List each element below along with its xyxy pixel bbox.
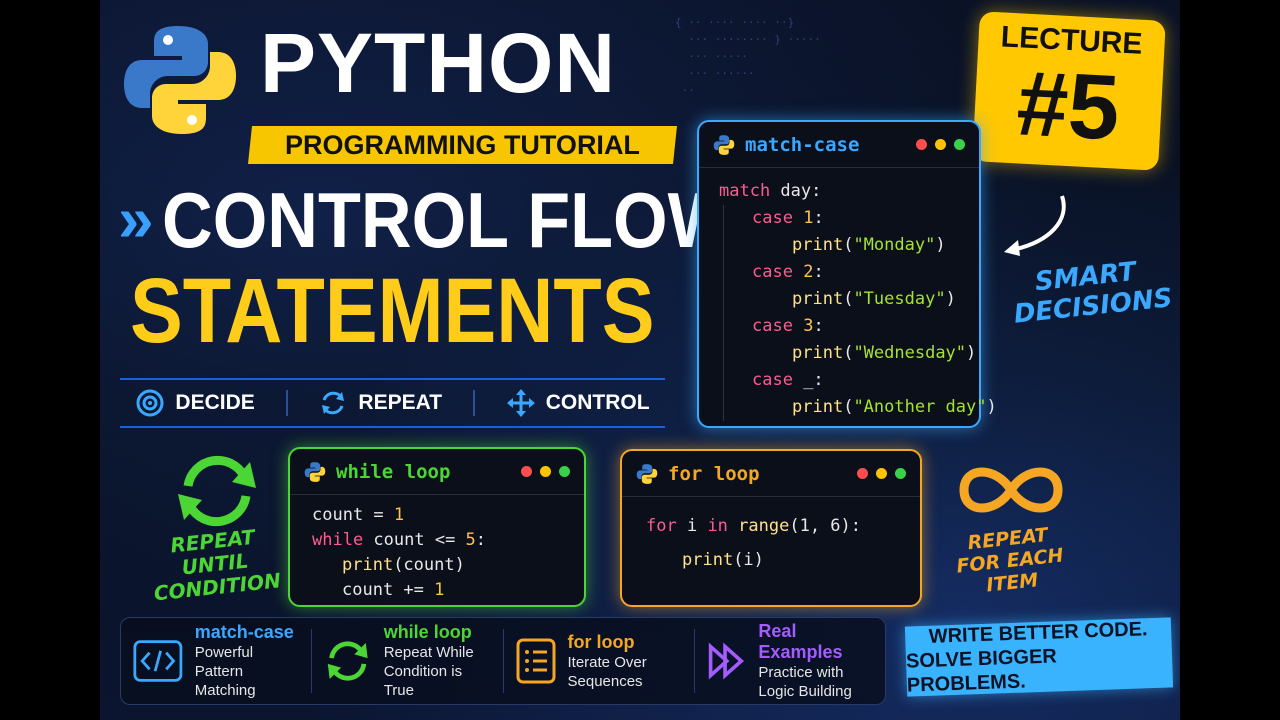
- code-brackets-icon: [133, 640, 183, 682]
- while-loop-card: while loop count = 1 while count <= 5: pri…: [288, 447, 586, 607]
- slogan-banner: WRITE BETTER CODE. SOLVE BIGGER PROBLEMS…: [904, 617, 1174, 697]
- pill-repeat: REPEAT: [318, 388, 442, 418]
- repeat-each-note: REPEAT FOR EACH ITEM: [955, 523, 1065, 597]
- slogan-line2: SOLVE BIGGER PROBLEMS.: [905, 645, 1058, 697]
- thumbnail-canvas: { ·· ···· ···· ··} ··· ········ } ····· …: [100, 0, 1180, 720]
- python-logo-icon: [304, 461, 326, 482]
- refresh-icon: [322, 391, 345, 415]
- window-dots: [916, 139, 965, 150]
- feature-title: match-case: [194, 622, 294, 642]
- feature-desc: Iterate Over: [567, 653, 647, 671]
- lecture-badge: LECTURE #5: [972, 11, 1166, 171]
- target-icon: [136, 389, 164, 417]
- feature-bar: match-case Powerful Pattern Matching whi…: [120, 617, 886, 705]
- feature-match-case: match-case Powerful Pattern Matching: [121, 622, 313, 699]
- feature-desc: Pattern Matching: [194, 663, 256, 699]
- feature-desc: Condition is True: [383, 663, 463, 699]
- window-dots: [857, 468, 906, 479]
- feature-desc: Repeat While: [383, 644, 474, 661]
- card-header: match-case: [699, 122, 979, 168]
- keyword-pill-row: DECIDE REPEAT CONTROL: [120, 378, 665, 428]
- code-block: count = 1 while count <= 5: print(count) co…: [312, 505, 487, 600]
- pill-label: CONTROL: [545, 391, 650, 414]
- headline-line2: STATEMENTS: [130, 260, 655, 362]
- smart-decisions-note: SMART DECISIONS: [1012, 256, 1174, 330]
- pill-decide: DECIDE: [135, 388, 255, 418]
- subtitle-text: PROGRAMMING TUTORIAL: [285, 129, 640, 160]
- fast-forward-icon: [708, 642, 744, 680]
- lecture-number: #5: [1014, 52, 1122, 160]
- divider: [472, 390, 475, 416]
- card-title: match-case: [745, 133, 860, 156]
- code-block: for i in range(1, 6): print(i): [646, 516, 861, 570]
- window-dots: [521, 466, 570, 477]
- refresh-icon: [178, 455, 256, 527]
- feature-title: Real Examples: [758, 621, 843, 662]
- card-header: while loop: [290, 449, 584, 495]
- infinity-icon: [959, 467, 1063, 513]
- feature-title: while loop: [383, 622, 472, 642]
- chevron-right-icon: »: [118, 183, 154, 255]
- headline-line1: CONTROL FLOW: [162, 176, 734, 264]
- feature-desc: Practice with: [758, 664, 844, 681]
- feature-real-examples: Real Examples Practice with Logic Buildi…: [695, 621, 885, 700]
- refresh-icon: [328, 641, 368, 681]
- repeat-until-note: REPEAT UNTIL CONDITION: [152, 524, 282, 606]
- curved-arrow-icon: [1004, 195, 1066, 256]
- feature-desc: Powerful: [194, 644, 254, 661]
- for-loop-card: for loop for i in range(1, 6): print(i): [620, 449, 922, 607]
- move-arrows-icon: [506, 389, 535, 417]
- pill-label: DECIDE: [175, 391, 255, 414]
- feature-desc: Logic Building: [758, 683, 852, 700]
- card-header: for loop: [622, 451, 920, 497]
- subtitle-ribbon: PROGRAMMING TUTORIAL: [248, 126, 677, 164]
- pill-label: REPEAT: [358, 391, 443, 414]
- pill-control: CONTROL: [506, 388, 650, 418]
- list-icon: [516, 638, 555, 684]
- feature-while-loop: while loop Repeat While Condition is Tru…: [312, 622, 504, 699]
- card-title: while loop: [336, 460, 451, 483]
- feature-for-loop: for loop Iterate Over Sequences: [504, 629, 695, 693]
- title-python: PYTHON: [260, 16, 617, 110]
- python-logo-icon: [124, 26, 236, 134]
- card-title: for loop: [668, 462, 760, 485]
- match-case-card: match-case match day: case 1: print("Monda…: [697, 120, 997, 428]
- feature-title: for loop: [567, 631, 635, 652]
- python-logo-icon: [636, 463, 658, 484]
- background-code-decoration: { ·· ···· ···· ··} ··· ········ } ····· …: [675, 16, 821, 97]
- divider: [285, 390, 288, 416]
- feature-desc: Sequences: [567, 672, 643, 690]
- code-block: match day: case 1: print("Monday") case 2: p…: [699, 168, 997, 421]
- python-logo-icon: [713, 134, 735, 155]
